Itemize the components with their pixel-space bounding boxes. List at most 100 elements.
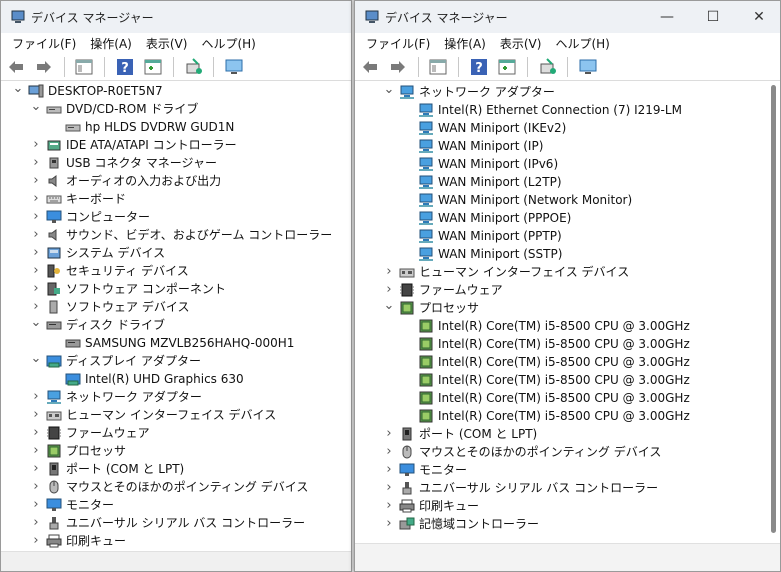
tree-item[interactable]: hp HLDS DVDRW GUD1N bbox=[1, 118, 351, 136]
expand-chevron-icon[interactable]: › bbox=[383, 497, 395, 515]
tree-item[interactable]: WAN Miniport (PPPOE) bbox=[355, 209, 780, 227]
tree-item[interactable]: › マウスとそのほかのポインティング デバイス bbox=[1, 478, 351, 496]
tree-item[interactable]: › 印刷キュー bbox=[355, 497, 780, 515]
expand-chevron-icon[interactable]: › bbox=[30, 388, 42, 406]
tree-item[interactable]: Intel(R) Core(TM) i5-8500 CPU @ 3.00GHz bbox=[355, 407, 780, 425]
expand-chevron-icon[interactable]: › bbox=[383, 425, 395, 443]
collapse-chevron-icon[interactable]: ⌄ bbox=[383, 83, 395, 101]
tree-item[interactable]: WAN Miniport (PPTP) bbox=[355, 227, 780, 245]
tree-item[interactable]: › ファームウェア bbox=[1, 424, 351, 442]
menu-action[interactable]: 操作(A) bbox=[83, 33, 139, 54]
tree-item[interactable]: › ファームウェア bbox=[355, 281, 780, 299]
tree-item[interactable]: › プロセッサ bbox=[1, 442, 351, 460]
collapse-chevron-icon[interactable]: ⌄ bbox=[383, 299, 395, 317]
tree-item[interactable]: ⌄ ディスプレイ アダプター bbox=[1, 352, 351, 370]
tree-item[interactable]: WAN Miniport (IP) bbox=[355, 137, 780, 155]
help-icon[interactable]: ? bbox=[468, 56, 490, 78]
minimize-button[interactable]: — bbox=[644, 1, 690, 33]
expand-chevron-icon[interactable]: › bbox=[30, 424, 42, 442]
menu-file[interactable]: ファイル(F) bbox=[5, 33, 83, 54]
tree-item[interactable]: WAN Miniport (SSTP) bbox=[355, 245, 780, 263]
title-bar[interactable]: デバイス マネージャー bbox=[1, 1, 351, 33]
menu-help[interactable]: ヘルプ(H) bbox=[548, 33, 616, 54]
tree-item[interactable]: › ユニバーサル シリアル バス コントローラー bbox=[355, 479, 780, 497]
expand-chevron-icon[interactable]: › bbox=[30, 514, 42, 532]
tree-item[interactable]: › IDE ATA/ATAPI コントローラー bbox=[1, 136, 351, 154]
show-hide-console-tree-icon[interactable] bbox=[142, 56, 164, 78]
menu-file[interactable]: ファイル(F) bbox=[359, 33, 437, 54]
menu-action[interactable]: 操作(A) bbox=[437, 33, 493, 54]
tree-item[interactable]: WAN Miniport (L2TP) bbox=[355, 173, 780, 191]
tree-item[interactable]: ⌄ DESKTOP-R0ET5N7 bbox=[1, 82, 351, 100]
tree-item[interactable]: › オーディオの入力および出力 bbox=[1, 172, 351, 190]
tree-item[interactable]: › ヒューマン インターフェイス デバイス bbox=[355, 263, 780, 281]
back-arrow-icon[interactable] bbox=[359, 56, 381, 78]
scan-hardware-icon[interactable] bbox=[537, 56, 559, 78]
tree-item[interactable]: Intel(R) UHD Graphics 630 bbox=[1, 370, 351, 388]
show-hide-console-tree-icon[interactable] bbox=[496, 56, 518, 78]
tree-item[interactable]: Intel(R) Core(TM) i5-8500 CPU @ 3.00GHz bbox=[355, 371, 780, 389]
expand-chevron-icon[interactable]: › bbox=[30, 406, 42, 424]
tree-item[interactable]: › 印刷キュー bbox=[1, 532, 351, 550]
forward-arrow-icon[interactable] bbox=[387, 56, 409, 78]
expand-chevron-icon[interactable]: › bbox=[30, 208, 42, 226]
expand-chevron-icon[interactable]: › bbox=[383, 263, 395, 281]
tree-item[interactable]: › USB コネクタ マネージャー bbox=[1, 154, 351, 172]
collapse-chevron-icon[interactable]: ⌄ bbox=[30, 352, 42, 370]
expand-chevron-icon[interactable]: › bbox=[30, 244, 42, 262]
tree-item[interactable]: › セキュリティ デバイス bbox=[1, 262, 351, 280]
expand-chevron-icon[interactable]: › bbox=[30, 136, 42, 154]
tree-item[interactable]: › コンピューター bbox=[1, 208, 351, 226]
properties-icon[interactable] bbox=[73, 56, 95, 78]
horizontal-scrollbar[interactable] bbox=[1, 551, 351, 571]
tree-item[interactable]: › ユニバーサル シリアル バス コントローラー bbox=[1, 514, 351, 532]
tree-item[interactable]: Intel(R) Core(TM) i5-8500 CPU @ 3.00GHz bbox=[355, 317, 780, 335]
expand-chevron-icon[interactable]: › bbox=[30, 478, 42, 496]
tree-item[interactable]: › ソフトウェア コンポーネント bbox=[1, 280, 351, 298]
tree-item[interactable]: WAN Miniport (IKEv2) bbox=[355, 119, 780, 137]
tree-item[interactable]: Intel(R) Core(TM) i5-8500 CPU @ 3.00GHz bbox=[355, 353, 780, 371]
update-driver-icon[interactable] bbox=[223, 56, 245, 78]
back-arrow-icon[interactable] bbox=[5, 56, 27, 78]
expand-chevron-icon[interactable]: › bbox=[30, 532, 42, 550]
tree-item[interactable]: › システム デバイス bbox=[1, 244, 351, 262]
tree-item[interactable]: Intel(R) Core(TM) i5-8500 CPU @ 3.00GHz bbox=[355, 389, 780, 407]
tree-item[interactable]: › モニター bbox=[355, 461, 780, 479]
expand-chevron-icon[interactable]: › bbox=[30, 190, 42, 208]
tree-item[interactable]: WAN Miniport (IPv6) bbox=[355, 155, 780, 173]
collapse-chevron-icon[interactable]: ⌄ bbox=[30, 100, 42, 118]
tree-item[interactable]: › キーボード bbox=[1, 190, 351, 208]
tree-item[interactable]: Intel(R) Ethernet Connection (7) I219-LM bbox=[355, 101, 780, 119]
scan-hardware-icon[interactable] bbox=[183, 56, 205, 78]
expand-chevron-icon[interactable]: › bbox=[30, 298, 42, 316]
collapse-chevron-icon[interactable]: ⌄ bbox=[12, 82, 24, 100]
update-driver-icon[interactable] bbox=[577, 56, 599, 78]
menu-help[interactable]: ヘルプ(H) bbox=[194, 33, 262, 54]
tree-item[interactable]: › 記憶域コントローラー bbox=[355, 515, 780, 533]
help-icon[interactable]: ? bbox=[114, 56, 136, 78]
tree-item[interactable]: › ポート (COM と LPT) bbox=[355, 425, 780, 443]
tree-item[interactable]: › ポート (COM と LPT) bbox=[1, 460, 351, 478]
expand-chevron-icon[interactable]: › bbox=[383, 461, 395, 479]
tree-item[interactable]: › マウスとそのほかのポインティング デバイス bbox=[355, 443, 780, 461]
forward-arrow-icon[interactable] bbox=[33, 56, 55, 78]
tree-item[interactable]: › ヒューマン インターフェイス デバイス bbox=[1, 406, 351, 424]
menu-view[interactable]: 表示(V) bbox=[493, 33, 549, 54]
properties-icon[interactable] bbox=[427, 56, 449, 78]
tree-item[interactable]: ⌄ ディスク ドライブ bbox=[1, 316, 351, 334]
collapse-chevron-icon[interactable]: ⌄ bbox=[30, 316, 42, 334]
maximize-button[interactable]: ☐ bbox=[690, 1, 736, 33]
expand-chevron-icon[interactable]: › bbox=[30, 496, 42, 514]
tree-item[interactable]: SAMSUNG MZVLB256HAHQ-000H1 bbox=[1, 334, 351, 352]
expand-chevron-icon[interactable]: › bbox=[30, 172, 42, 190]
tree-item[interactable]: ⌄ ネットワーク アダプター bbox=[355, 83, 780, 101]
tree-item[interactable]: Intel(R) Core(TM) i5-8500 CPU @ 3.00GHz bbox=[355, 335, 780, 353]
expand-chevron-icon[interactable]: › bbox=[30, 262, 42, 280]
tree-item[interactable]: › ネットワーク アダプター bbox=[1, 388, 351, 406]
expand-chevron-icon[interactable]: › bbox=[30, 226, 42, 244]
expand-chevron-icon[interactable]: › bbox=[383, 479, 395, 497]
vertical-scrollbar[interactable] bbox=[768, 83, 780, 533]
expand-chevron-icon[interactable]: › bbox=[383, 443, 395, 461]
tree-item[interactable]: › ソフトウェア デバイス bbox=[1, 298, 351, 316]
tree-item[interactable]: › モニター bbox=[1, 496, 351, 514]
